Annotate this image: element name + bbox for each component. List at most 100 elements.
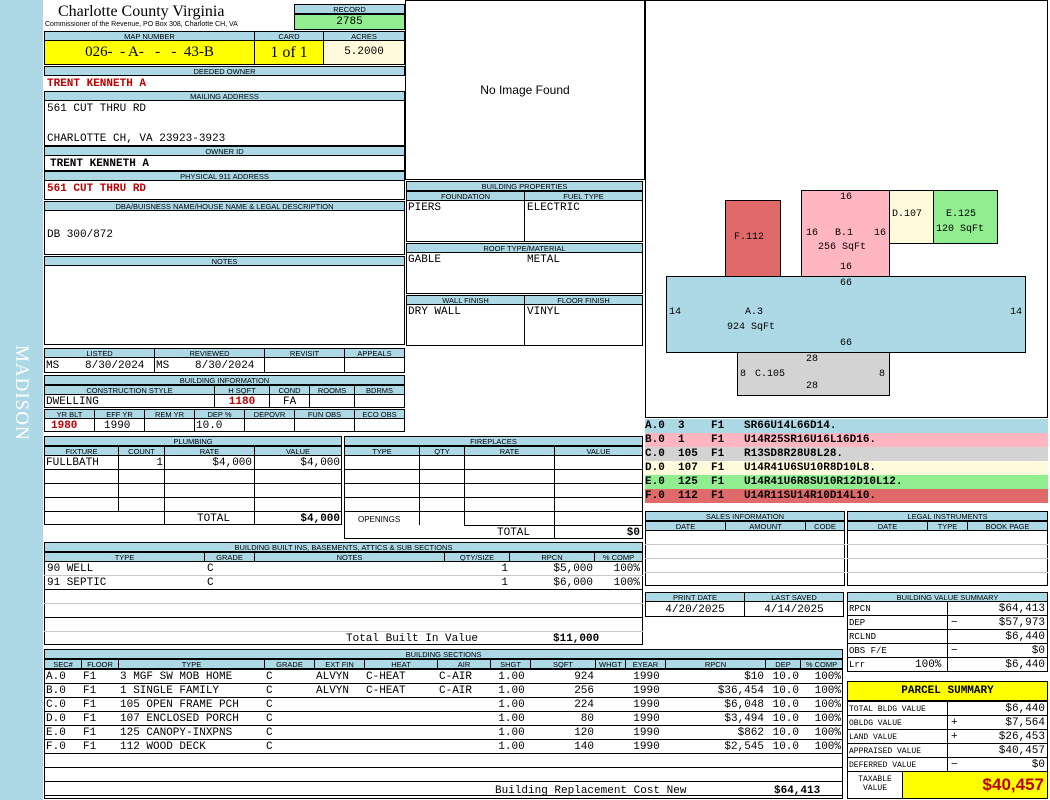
fireplace-openings-label: OPENINGS <box>358 515 401 524</box>
divider <box>947 601 948 616</box>
section-cell-dep: 10.0 <box>772 727 799 739</box>
fireplace-total: $0 <box>626 527 640 539</box>
section-cell-comp: 100% <box>814 741 841 753</box>
sections-col-header: TYPE <box>118 659 265 669</box>
section-cell-rpcn: $36,454 <box>717 685 764 697</box>
sketch-dim: 16 <box>874 228 887 239</box>
section-cell-comp: 100% <box>814 713 841 725</box>
value-summary-label: RCLND <box>849 632 877 642</box>
value-summary-label: RPCN <box>849 604 871 614</box>
section-cell-heat: C-HEAT <box>366 671 406 683</box>
commissioner-line: Commissioner of the Revenue, PO Box 308,… <box>45 21 238 28</box>
year-built: 1980 <box>51 420 78 432</box>
deeded-owner: TRENT KENNETH A <box>47 78 147 90</box>
sketch-legend-row: D.0 107 F1 U14R41U6SU10R8D10L8. <box>645 461 1048 475</box>
sketch-dim: 14 <box>1010 307 1023 318</box>
section-cell-rpcn: $3,494 <box>724 713 764 725</box>
owner-id: TRENT KENNETH A <box>50 158 150 170</box>
divider <box>947 701 948 716</box>
parcel-summary-sign: + <box>951 717 958 729</box>
sketch-label-b: B.1 <box>835 228 854 239</box>
value-summary-label: OBS F/E <box>849 646 887 656</box>
value-summary-sign: − <box>951 617 958 629</box>
builtins-total: $11,000 <box>553 633 600 645</box>
fireplaces-title: FIREPLACES <box>344 436 643 446</box>
sections-col-header: SQFT <box>530 659 596 669</box>
builtin-comp: 100% <box>613 577 640 589</box>
section-cell-shgt: 1.00 <box>498 671 525 683</box>
section-cell-comp: 100% <box>814 727 841 739</box>
section-cell-sec: A.0 <box>46 671 66 683</box>
parcel-summary-sign: + <box>951 731 958 743</box>
plumbing-value: $4,000 <box>300 457 340 469</box>
county-title: Charlotte County Virginia <box>58 3 225 20</box>
no-image-text: No Image Found <box>480 83 570 97</box>
value-summary-pct: 100% <box>915 659 942 671</box>
sketch-dim: 16 <box>840 262 853 273</box>
section-cell-floor: F1 <box>83 671 97 683</box>
section-cell-floor: F1 <box>83 685 97 697</box>
section-cell-sec: D.0 <box>46 713 66 725</box>
section-cell-sqft: 924 <box>574 671 594 683</box>
value-summary-value: $64,413 <box>998 603 1045 615</box>
listed-by: MS <box>46 360 60 372</box>
divider <box>947 629 948 644</box>
parcel-summary-value: $0 <box>1031 759 1045 771</box>
sketch-legend-row: C.0 105 F1 R13SD8R28U8L28. <box>645 447 1048 461</box>
section-cell-floor: F1 <box>83 699 97 711</box>
builtins-total-label: Total Built In Value <box>346 633 479 645</box>
section-cell-eyear: 1990 <box>633 727 660 739</box>
section-cell-type: 125 CANOPY-INXPNS <box>120 727 233 739</box>
sections-col-header: RPCN <box>665 659 766 669</box>
sketch-legend-row: A.0 3 F1 SR66U14L66D14. <box>645 419 1048 433</box>
section-cell-rpcn: $862 <box>737 727 764 739</box>
section-cell-eyear: 1990 <box>633 699 660 711</box>
section-cell-type: 1 SINGLE FAMILY <box>120 685 220 697</box>
sketch-dim: 66 <box>840 338 853 349</box>
parcel-summary-value: $7,564 <box>1005 717 1045 729</box>
section-cell-sqft: 80 <box>580 713 594 725</box>
section-cell-sec: B.0 <box>46 685 66 697</box>
section-cell-eyear: 1990 <box>633 671 660 683</box>
builtin-grade: C <box>207 563 214 575</box>
section-cell-dep: 10.0 <box>772 671 799 683</box>
section-cell-type: 112 WOOD DECK <box>120 741 206 753</box>
parcel-summary-sign: − <box>951 759 958 771</box>
fireplace-total-label: TOTAL <box>497 527 531 539</box>
notes-box <box>44 265 405 345</box>
section-cell-eyear: 1990 <box>633 685 660 697</box>
sketch-dim: 8 <box>740 369 747 380</box>
sections-total-label: Building Replacement Cost New <box>495 785 687 797</box>
section-cell-floor: F1 <box>83 713 97 725</box>
plumbing-rate: $4,000 <box>212 457 252 469</box>
sections-col-header: EYEAR <box>625 659 666 669</box>
section-cell-dep: 10.0 <box>772 699 799 711</box>
builtin-qty: 1 <box>501 563 508 575</box>
sections-col-header: AIR <box>437 659 491 669</box>
record-number: 2785 <box>294 14 405 30</box>
reviewed-by: MS <box>156 360 170 372</box>
section-cell-ext: ALVYN <box>316 685 350 697</box>
section-cell-dep: 10.0 <box>772 713 799 725</box>
section-cell-eyear: 1990 <box>633 741 660 753</box>
section-cell-rpcn: $6,048 <box>724 699 764 711</box>
parcel-summary-value: $40,457 <box>998 745 1045 757</box>
sections-col-header: FLOOR <box>81 659 119 669</box>
sketch-dim: 66 <box>840 278 853 289</box>
sketch-label-c: C.105 <box>755 369 786 380</box>
print-date: 4/20/2025 <box>665 604 725 616</box>
sections-col-header: WHGT <box>595 659 626 669</box>
building-info-title: BUILDING INFORMATION <box>44 375 405 385</box>
taxable-value: $40,457 <box>902 771 1048 799</box>
sketch-dim: 8 <box>879 369 886 380</box>
map-number: 026- - A- - - 43-B <box>44 40 255 65</box>
section-cell-rpcn: $2,545 <box>724 741 764 753</box>
section-cell-sec: C.0 <box>46 699 66 711</box>
builtin-type: 91 SEPTIC <box>47 577 107 589</box>
value-summary-label: DEP <box>849 618 866 628</box>
section-cell-comp: 100% <box>814 671 841 683</box>
parcel-summary-value: $6,440 <box>1005 703 1045 715</box>
divider <box>947 643 948 658</box>
sketch-legend-row: F.0 112 F1 U14R11SU14R10D14L10. <box>645 489 1048 503</box>
dba-text: DB 300/872 <box>47 229 114 241</box>
